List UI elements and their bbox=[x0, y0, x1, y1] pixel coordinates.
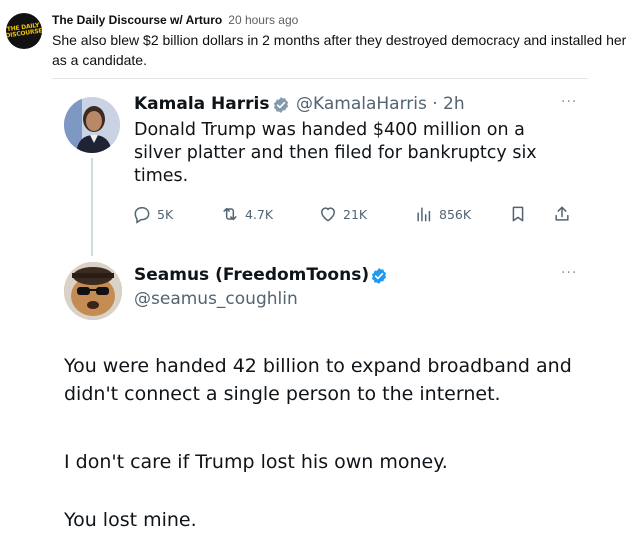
post-text: She also blew $2 billion dollars in 2 mo… bbox=[52, 32, 627, 68]
tweet2-paragraph: I don't care if Trump lost his own money… bbox=[64, 451, 448, 473]
retweet-count: 4.7K bbox=[245, 206, 274, 222]
share-action bbox=[552, 204, 572, 224]
views-count: 856K bbox=[439, 206, 472, 222]
tweet1-action-bar: 5K 4.7K 21K 856K bbox=[132, 204, 582, 228]
channel-avatar[interactable]: THE DAILY DISCOURSE bbox=[6, 13, 42, 49]
share-icon bbox=[555, 206, 569, 221]
like-count: 21K bbox=[343, 206, 368, 222]
heart-icon bbox=[321, 207, 335, 222]
bookmark-icon bbox=[512, 206, 524, 222]
like-action: 21K bbox=[318, 204, 367, 224]
verified-badge-icon bbox=[371, 268, 387, 284]
tweet2-paragraph: You were handed 42 billion to expand bro… bbox=[64, 355, 572, 405]
views-chart-icon bbox=[417, 207, 431, 222]
retweet-icon bbox=[223, 207, 237, 221]
more-icon: ··· bbox=[561, 94, 578, 110]
bookmark-action bbox=[508, 204, 528, 224]
post-header: The Daily Discourse w/ Arturo 20 hours ag… bbox=[52, 12, 298, 28]
more-icon: ··· bbox=[561, 265, 578, 281]
views-action: 856K bbox=[414, 204, 471, 224]
reply-count: 5K bbox=[157, 206, 174, 222]
reply-icon bbox=[134, 207, 150, 224]
post-timestamp[interactable]: 20 hours ago bbox=[228, 13, 298, 27]
channel-logo-text: THE DAILY DISCOURSE bbox=[6, 21, 42, 40]
divider bbox=[52, 78, 588, 79]
tweet1-text: Donald Trump was handed $400 million on … bbox=[134, 120, 537, 186]
tweet2-handle: @seamus_coughlin bbox=[134, 289, 298, 309]
tweet1-author-name: Kamala Harris bbox=[134, 94, 270, 114]
tweet1-handle-time: @KamalaHarris · 2h bbox=[296, 94, 465, 114]
tweet2-paragraph: You lost mine. bbox=[64, 509, 197, 531]
tweet2-author-name: Seamus (FreedomToons) bbox=[134, 265, 370, 285]
seamus-avatar bbox=[64, 262, 122, 320]
retweet-action: 4.7K bbox=[220, 204, 273, 224]
thread-line bbox=[91, 158, 93, 256]
post-author[interactable]: The Daily Discourse w/ Arturo bbox=[52, 13, 222, 27]
reply-action: 5K bbox=[132, 204, 173, 224]
verified-badge-icon bbox=[273, 97, 289, 113]
kamala-harris-avatar bbox=[64, 97, 120, 153]
